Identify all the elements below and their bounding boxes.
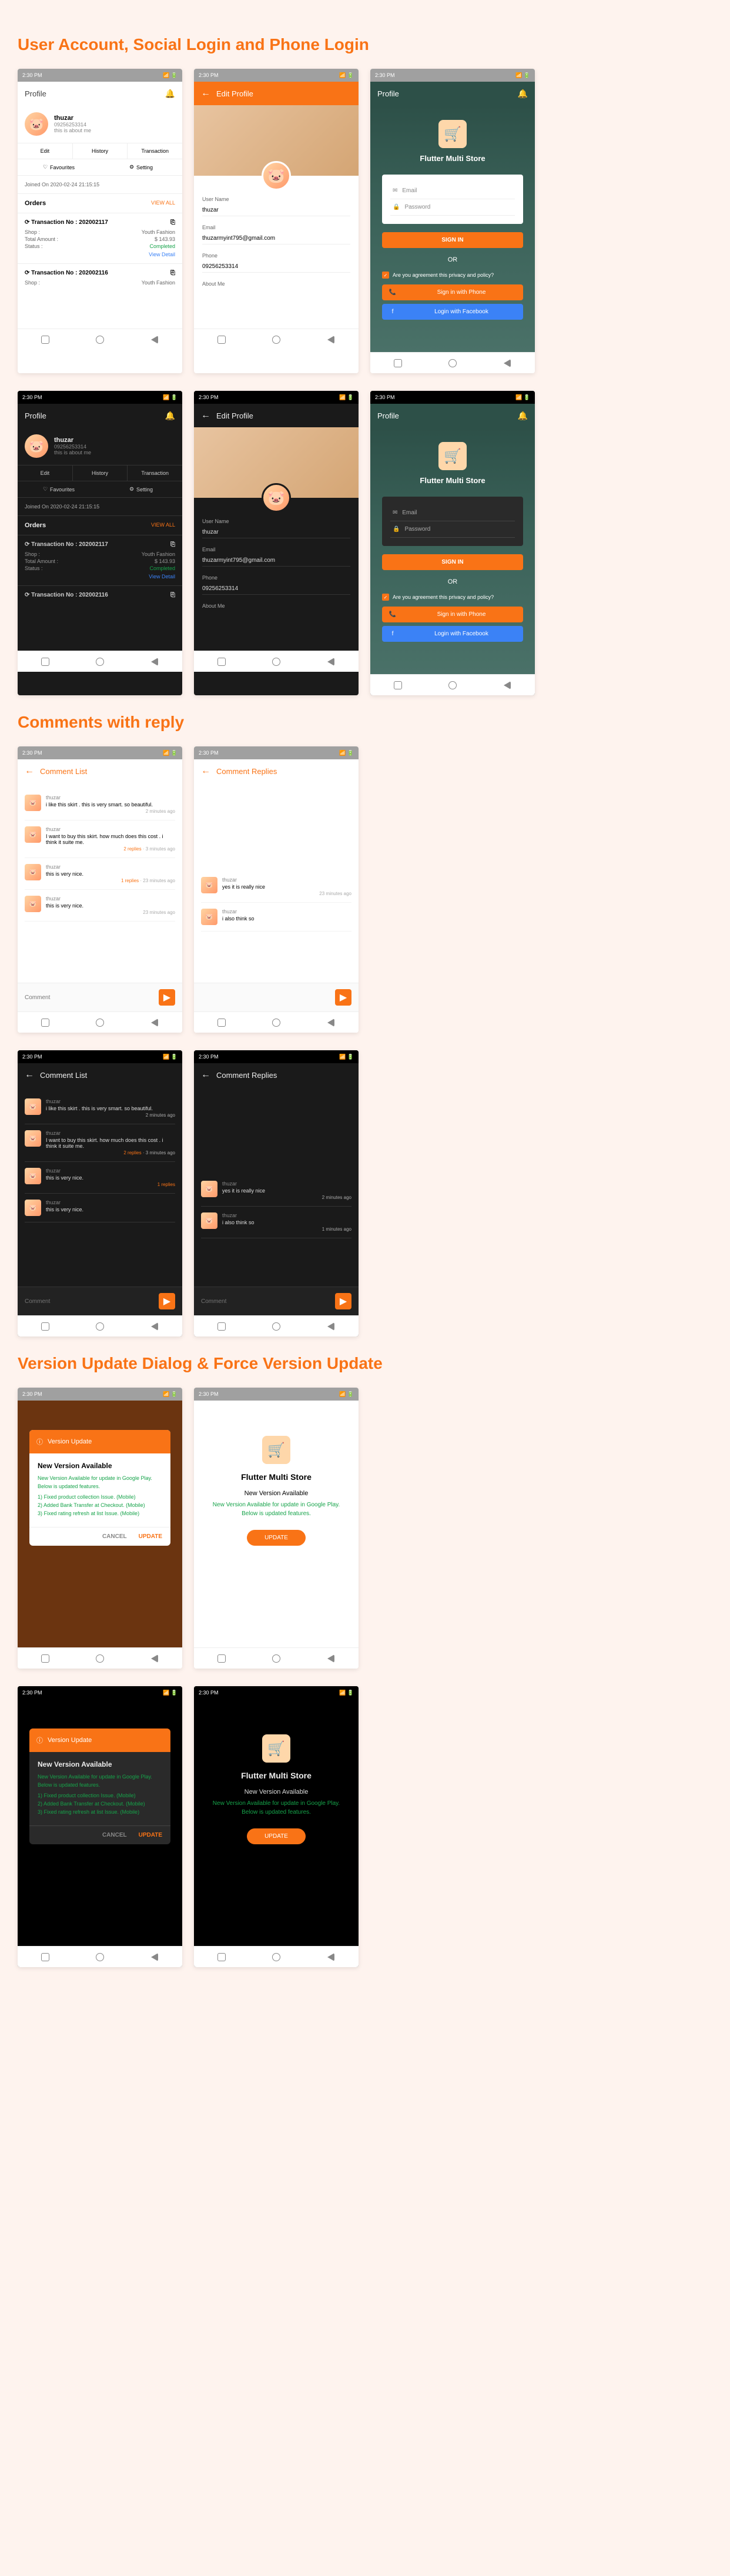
update-dialog-dark: 2:30 PM📶 🔋 ⓘVersion Update New Version A… bbox=[18, 1686, 182, 1967]
view-all-link[interactable]: VIEW ALL bbox=[151, 200, 175, 207]
android-nav bbox=[18, 329, 182, 350]
status-bar: 2:30 PM📶 🔋 bbox=[18, 69, 182, 82]
email-input[interactable]: thuzarmyint795@gmail.com bbox=[202, 233, 350, 244]
comment-list-light: 2:30 PM📶 🔋 ←Comment List 🐷thuzari like t… bbox=[18, 746, 182, 1033]
joined-text: Joined On 2020-02-24 21:15:15 bbox=[18, 176, 182, 194]
comment-item[interactable]: 🐷thuzarI want to buy this skirt. how muc… bbox=[25, 820, 175, 858]
profile-screen-light: 2:30 PM📶 🔋 Profile🔔 🐷thuzar09256253314th… bbox=[18, 69, 182, 373]
or-divider: OR bbox=[370, 256, 535, 263]
bell-icon[interactable]: 🔔 bbox=[165, 411, 175, 421]
agree-checkbox[interactable]: ✓ bbox=[382, 272, 389, 279]
brand-logo: 🛒 bbox=[438, 120, 467, 148]
signin-phone-button[interactable]: 📞Sign in with Phone bbox=[382, 284, 523, 300]
top-bar: Profile 🔔 bbox=[18, 82, 182, 105]
comment-input[interactable] bbox=[201, 989, 330, 1006]
force-update-light: 2:30 PM📶 🔋 🛒 Flutter Multi Store New Ver… bbox=[194, 1388, 359, 1669]
facebook-icon: f bbox=[387, 309, 399, 315]
profile-title: Profile bbox=[25, 89, 46, 98]
reply-item[interactable]: 🐷thuzari also think so bbox=[201, 903, 351, 932]
login-screen-dark: 2:30 PM📶 🔋 Profile🔔 🛒 Flutter Multi Stor… bbox=[370, 391, 535, 695]
avatar-upload[interactable]: 🐷 bbox=[262, 161, 291, 190]
bell-icon[interactable]: 🔔 bbox=[165, 89, 175, 99]
comment-replies-light: 2:30 PM📶 🔋 ←Comment Replies 🐷thuzaryes i… bbox=[194, 746, 359, 1033]
comment-input[interactable] bbox=[25, 989, 154, 1006]
comment-item[interactable]: 🐷thuzarthis is very nice.23 minutes ago bbox=[25, 890, 175, 922]
brand-logo: 🛒 bbox=[262, 1436, 290, 1464]
orders-label: Orders bbox=[25, 200, 46, 207]
update-dialog-light: 2:30 PM📶 🔋 ⓘVersion Update New Version A… bbox=[18, 1388, 182, 1669]
reply-item[interactable]: 🐷thuzaryes it is really nice23 minutes a… bbox=[201, 871, 351, 903]
lock-icon: 🔒 bbox=[393, 526, 400, 532]
back-icon[interactable]: ← bbox=[25, 766, 34, 776]
user-name: thuzar bbox=[54, 115, 91, 122]
force-update-dark: 2:30 PM📶 🔋 🛒 Flutter Multi Store New Ver… bbox=[194, 1686, 359, 1967]
cancel-button[interactable]: CANCEL bbox=[102, 1533, 127, 1540]
dialog-title: New Version Available bbox=[38, 1462, 162, 1470]
copy-icon[interactable]: ⎘ bbox=[170, 270, 175, 276]
back-icon[interactable]: ← bbox=[201, 88, 210, 99]
email-input[interactable]: ✉Email bbox=[390, 183, 515, 199]
replies-link[interactable]: 2 replies bbox=[123, 846, 141, 852]
transaction-card[interactable]: ⟳ Transaction No : 202002116⎘ Shop :Yout… bbox=[18, 263, 182, 293]
username-input[interactable]: thuzar bbox=[202, 205, 350, 216]
version-dialog: ⓘVersion Update New Version Available Ne… bbox=[29, 1430, 170, 1546]
section-heading-2: Comments with reply bbox=[18, 713, 712, 732]
edit-profile-light: 2:30 PM📶 🔋 ←Edit Profile 🐷 User Namethuz… bbox=[194, 69, 359, 373]
comment-item[interactable]: 🐷thuzari like this skirt . this is very … bbox=[25, 789, 175, 820]
comment-list-dark: 2:30 PM📶 🔋 ←Comment List 🐷thuzari like t… bbox=[18, 1050, 182, 1336]
comment-replies-dark: 2:30 PM📶 🔋 ←Comment Replies 🐷thuzaryes i… bbox=[194, 1050, 359, 1336]
tab-favourites[interactable]: ♡ Favourites bbox=[18, 159, 100, 175]
lock-icon: 🔒 bbox=[393, 204, 400, 210]
nav-back-icon[interactable] bbox=[151, 336, 158, 344]
signin-facebook-button[interactable]: fLogin with Facebook bbox=[382, 304, 523, 320]
login-screen-light: 2:30 PM📶 🔋 Profile🔔 🛒 Flutter Multi Stor… bbox=[370, 69, 535, 373]
comment-item[interactable]: 🐷thuzarthis is very nice.1 replies · 23 … bbox=[25, 858, 175, 890]
bell-icon[interactable]: 🔔 bbox=[518, 89, 528, 99]
top-bar: ←Edit Profile bbox=[194, 82, 359, 105]
send-button[interactable]: ▶ bbox=[159, 989, 175, 1006]
signin-button[interactable]: SIGN IN bbox=[382, 232, 523, 248]
nav-home-icon[interactable] bbox=[96, 336, 104, 344]
brand-name: Flutter Multi Store bbox=[370, 154, 535, 163]
profile-screen-dark: 2:30 PM📶 🔋 Profile🔔 🐷thuzar09256253314th… bbox=[18, 391, 182, 695]
info-icon: ⓘ bbox=[36, 1437, 43, 1446]
tab-edit[interactable]: Edit bbox=[18, 143, 73, 159]
phone-icon: 📞 bbox=[387, 289, 399, 296]
section-heading-3: Version Update Dialog & Force Version Up… bbox=[18, 1354, 712, 1373]
tab-transaction[interactable]: Transaction bbox=[128, 143, 182, 159]
email-icon: ✉ bbox=[393, 187, 397, 194]
tab-history[interactable]: History bbox=[73, 143, 128, 159]
password-input[interactable]: 🔒Password bbox=[390, 199, 515, 216]
nav-recent-icon[interactable] bbox=[41, 336, 49, 344]
avatar[interactable]: 🐷 bbox=[25, 112, 48, 136]
view-detail-link[interactable]: View Detail bbox=[25, 252, 175, 257]
section-heading-1: User Account, Social Login and Phone Log… bbox=[18, 35, 712, 54]
tab-setting[interactable]: ⚙ Setting bbox=[100, 159, 182, 175]
transaction-card[interactable]: ⟳ Transaction No : 202002117⎘ Shop :Yout… bbox=[18, 213, 182, 263]
brand-name: Flutter Multi Store bbox=[212, 1472, 341, 1482]
edit-profile-dark: 2:30 PM📶 🔋 ←Edit Profile 🐷 User Namethuz… bbox=[194, 391, 359, 695]
update-button[interactable]: UPDATE bbox=[139, 1533, 162, 1540]
copy-icon[interactable]: ⎘ bbox=[170, 219, 175, 226]
update-button[interactable]: UPDATE bbox=[247, 1530, 306, 1546]
back-icon[interactable]: ← bbox=[201, 410, 210, 421]
email-icon: ✉ bbox=[393, 510, 397, 516]
phone-input[interactable]: 09256253314 bbox=[202, 261, 350, 273]
